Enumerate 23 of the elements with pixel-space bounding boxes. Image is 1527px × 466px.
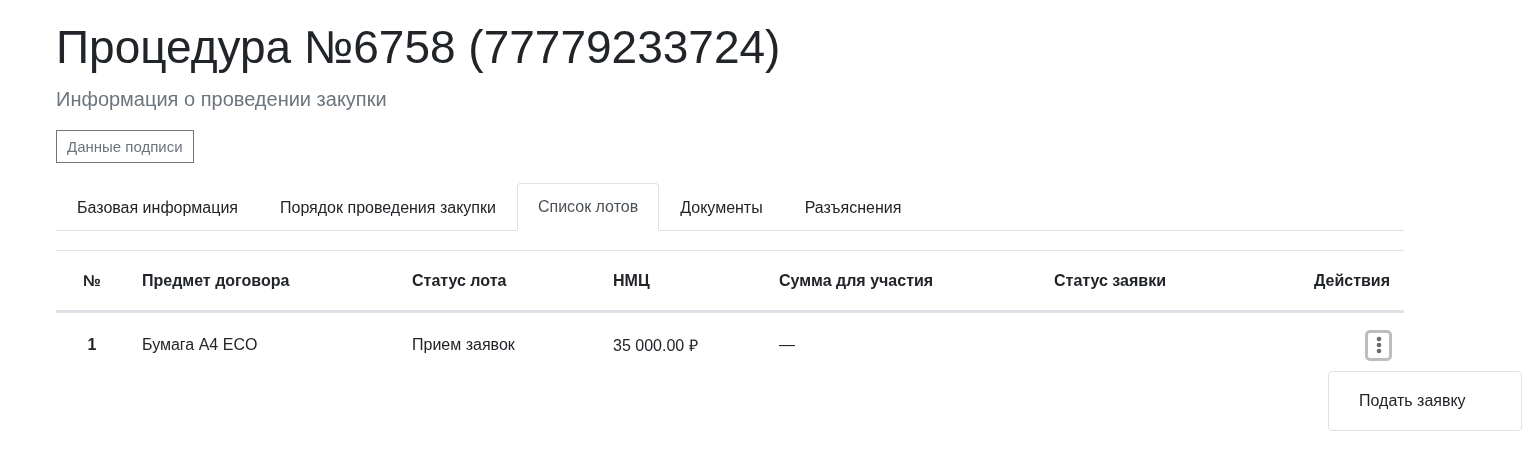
page-title: Процедура №6758 (77779233724) bbox=[56, 20, 782, 75]
column-header: Сумма для участия bbox=[778, 271, 935, 290]
table-cell-text: 1 bbox=[86, 336, 98, 354]
table-cell-text: Прием заявок bbox=[411, 336, 516, 354]
column-header: НМЦ bbox=[612, 271, 651, 290]
page-subtitle: Информация о проведении закупки bbox=[56, 87, 388, 112]
column-header: № bbox=[82, 271, 102, 290]
more-actions-button[interactable] bbox=[1365, 329, 1392, 361]
tab[interactable]: Документы bbox=[659, 183, 784, 231]
table-cell-text: — bbox=[778, 336, 796, 354]
column-header: Предмет договора bbox=[141, 271, 291, 290]
tab[interactable]: Список лотов bbox=[516, 183, 660, 231]
more-icon bbox=[1375, 336, 1382, 354]
column-header: Статус лота bbox=[411, 271, 508, 290]
menu-item[interactable]: Подать заявку bbox=[1329, 384, 1521, 418]
tab[interactable]: Порядок проведения закупки bbox=[259, 183, 517, 231]
column-header: Статус заявки bbox=[1053, 271, 1168, 290]
table-cell-text: 35 000.00 ₽ bbox=[612, 336, 699, 356]
table-cell-text: Бумага А4 ECO bbox=[141, 336, 259, 354]
tab[interactable]: Разъяснения bbox=[783, 183, 923, 231]
signature-data-button[interactable]: Данные подписи bbox=[56, 130, 194, 163]
tab[interactable]: Базовая информация bbox=[56, 183, 259, 231]
column-header: Действия bbox=[1312, 271, 1391, 290]
